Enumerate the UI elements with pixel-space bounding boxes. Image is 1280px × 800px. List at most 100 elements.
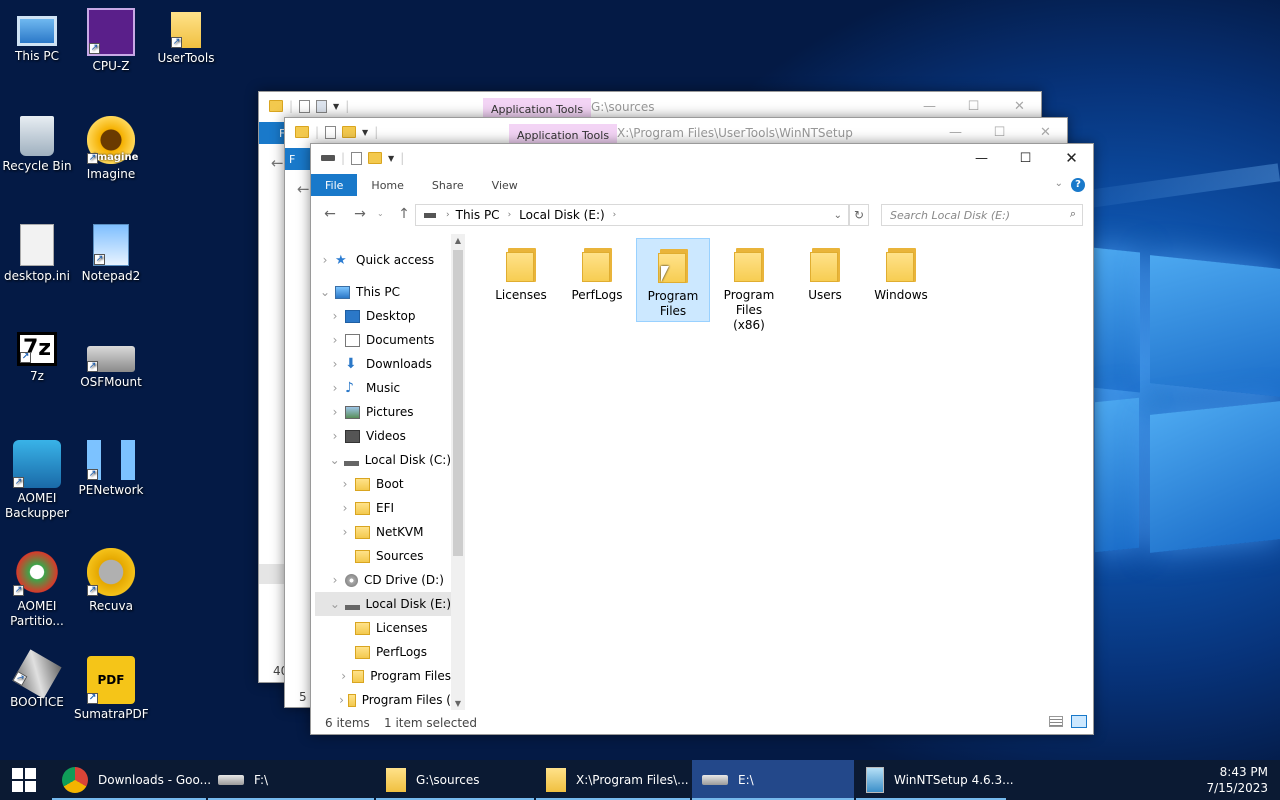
start-button[interactable]: [0, 760, 48, 800]
chevron-down-icon[interactable]: ▼: [333, 102, 339, 111]
desktop-icon-recycle-bin[interactable]: Recycle Bin: [0, 116, 74, 174]
chevron-right-icon[interactable]: ›: [329, 573, 341, 587]
chevron-right-icon[interactable]: ›: [339, 525, 351, 539]
chevron-down-icon[interactable]: ⌄: [329, 597, 341, 611]
tree-item-netkvm[interactable]: › NetKVM: [315, 520, 451, 544]
scroll-down-icon[interactable]: ▼: [451, 699, 465, 708]
desktop-icon-desktop-ini[interactable]: desktop.ini: [0, 224, 74, 284]
tree-item-boot[interactable]: › Boot: [315, 472, 451, 496]
navigation-pane[interactable]: › ★ Quick access ⌄ This PC › Desktop › Documents…: [315, 248, 451, 710]
back-arrow-icon[interactable]: ←: [271, 154, 284, 172]
desktop-icon-this-pc[interactable]: This PC: [0, 8, 74, 64]
close-button[interactable]: ✕: [1049, 144, 1094, 172]
folder-item-program-files-x86[interactable]: Program Files (x86): [712, 238, 786, 332]
minimize-button[interactable]: —: [959, 144, 1004, 172]
minimize-button[interactable]: —: [907, 92, 952, 120]
properties-icon[interactable]: [351, 151, 363, 165]
desktop-icon-bootice[interactable]: ↗ BOOTICE: [0, 649, 74, 710]
desktop-icon-aomei-partitio-[interactable]: ↗ AOMEI Partitio...: [0, 548, 74, 629]
tree-item-program-files[interactable]: › Program Files: [315, 664, 451, 688]
chevron-down-icon[interactable]: ▼: [362, 128, 368, 137]
desktop-icon-recuva[interactable]: ↗ Recuva: [74, 548, 148, 614]
chevron-right-icon[interactable]: ›: [329, 405, 341, 419]
chevron-right-icon[interactable]: ›: [319, 253, 331, 267]
navigation-scrollbar[interactable]: ▲ ▼: [451, 234, 465, 710]
search-input[interactable]: Search Local Disk (E:) ⌕: [881, 204, 1083, 226]
tree-item-local-disk-c[interactable]: ⌄ Local Disk (C:): [315, 448, 451, 472]
chevron-right-icon[interactable]: ›: [339, 693, 344, 707]
tree-item-cd-drive-d[interactable]: › CD Drive (D:): [315, 568, 451, 592]
tree-item-documents[interactable]: › Documents: [315, 328, 451, 352]
new-folder-icon[interactable]: [316, 99, 328, 113]
tree-item-videos[interactable]: › Videos: [315, 424, 451, 448]
maximize-button[interactable]: ☐: [951, 92, 996, 120]
tab-view[interactable]: View: [478, 174, 532, 196]
tree-item-desktop[interactable]: › Desktop: [315, 304, 451, 328]
desktop-icon-imagine[interactable]: Imagine ↗ Imagine: [74, 116, 148, 182]
chevron-right-icon[interactable]: ›: [339, 477, 351, 491]
tree-item-local-disk-e[interactable]: ⌄ Local Disk (E:): [315, 592, 451, 616]
maximize-button[interactable]: ☐: [977, 118, 1022, 146]
chevron-down-icon[interactable]: ⌄: [319, 285, 331, 299]
folder-item-licenses[interactable]: Licenses: [484, 238, 558, 318]
taskbar-button-6[interactable]: WinNTSetup 4.6.3...: [856, 760, 1014, 800]
taskbar-button-3[interactable]: G:\sources: [376, 760, 534, 800]
chevron-right-icon[interactable]: ›: [339, 501, 351, 515]
tree-item-pictures[interactable]: › Pictures: [315, 400, 451, 424]
close-button[interactable]: ✕: [1023, 118, 1068, 146]
desktop-icon-sumatrapdf[interactable]: PDF ↗ SumatraPDF: [74, 656, 149, 722]
desktop-icon-osfmount[interactable]: ↗ OSFMount: [74, 332, 148, 390]
chevron-down-icon[interactable]: ⌄: [834, 210, 842, 221]
minimize-button[interactable]: —: [933, 118, 978, 146]
tree-item-downloads[interactable]: › ⬇ Downloads: [315, 352, 451, 376]
tab-file[interactable]: File: [311, 174, 358, 196]
tree-item-sources[interactable]: Sources: [315, 544, 451, 568]
folder-item-windows[interactable]: Windows: [864, 238, 938, 318]
recent-locations-icon[interactable]: ⌄: [377, 209, 384, 218]
new-folder-icon[interactable]: [368, 152, 383, 164]
tab-share[interactable]: Share: [418, 174, 478, 196]
help-icon[interactable]: ?: [1071, 178, 1085, 192]
chevron-right-icon[interactable]: ›: [339, 669, 348, 683]
taskbar-button-2[interactable]: F:\: [208, 760, 374, 800]
scroll-up-icon[interactable]: ▲: [451, 234, 465, 245]
tree-item-music[interactable]: › ♪ Music: [315, 376, 451, 400]
tree-item-licenses[interactable]: Licenses: [315, 616, 451, 640]
tree-item-perflogs[interactable]: PerfLogs: [315, 640, 451, 664]
taskbar-button-5[interactable]: E:\: [692, 760, 854, 800]
address-bar[interactable]: › This PC › Local Disk (E:) › ⌄: [415, 204, 849, 226]
large-icons-view-icon[interactable]: [1071, 715, 1087, 728]
desktop-icon-usertools[interactable]: ↗ UserTools: [149, 8, 223, 66]
chevron-right-icon[interactable]: ›: [329, 429, 341, 443]
system-clock[interactable]: 8:43 PM 7/15/2023: [1206, 764, 1268, 796]
properties-icon[interactable]: [325, 125, 337, 139]
explorer-window-local-disk-e[interactable]: | ▼ | — ☐ ✕ File Home Share View ⌄ ? ← →…: [310, 143, 1094, 735]
expand-ribbon-icon[interactable]: ⌄: [1047, 174, 1071, 196]
folder-item-perflogs[interactable]: PerfLogs: [560, 238, 634, 318]
forward-arrow-icon[interactable]: →: [347, 206, 373, 222]
tree-item-program-files[interactable]: › Program Files (: [315, 688, 451, 710]
tree-item-efi[interactable]: › EFI: [315, 496, 451, 520]
tab-home[interactable]: Home: [357, 174, 417, 196]
desktop-icon-notepad2[interactable]: ↗ Notepad2: [74, 224, 148, 284]
taskbar-button-4[interactable]: X:\Program Files\...: [536, 760, 690, 800]
up-arrow-icon[interactable]: ↑: [391, 206, 417, 222]
desktop-icon-penetwork[interactable]: ↗ PENetwork: [74, 440, 148, 498]
close-button[interactable]: ✕: [997, 92, 1042, 120]
folder-item-program-files[interactable]: Program Files: [636, 238, 710, 322]
desktop-icon-aomei-backupper[interactable]: ↗ AOMEI Backupper: [0, 440, 74, 521]
chevron-right-icon[interactable]: ›: [329, 357, 341, 371]
ribbon-file-tab[interactable]: F: [259, 122, 285, 144]
tree-item-quick-access[interactable]: › ★ Quick access: [315, 248, 451, 272]
tree-item-this-pc[interactable]: ⌄ This PC: [315, 280, 451, 304]
properties-icon[interactable]: [299, 99, 311, 113]
maximize-button[interactable]: ☐: [1003, 144, 1048, 172]
chevron-down-icon[interactable]: ▼: [388, 154, 394, 163]
desktop-icon-cpu-z[interactable]: ↗ CPU-Z: [74, 8, 148, 74]
new-folder-icon[interactable]: [342, 126, 357, 138]
chevron-right-icon[interactable]: ›: [329, 381, 341, 395]
folder-item-users[interactable]: Users: [788, 238, 862, 318]
chevron-down-icon[interactable]: ⌄: [329, 453, 340, 467]
breadcrumb-this-pc[interactable]: This PC: [456, 208, 500, 222]
details-view-icon[interactable]: [1049, 716, 1063, 727]
